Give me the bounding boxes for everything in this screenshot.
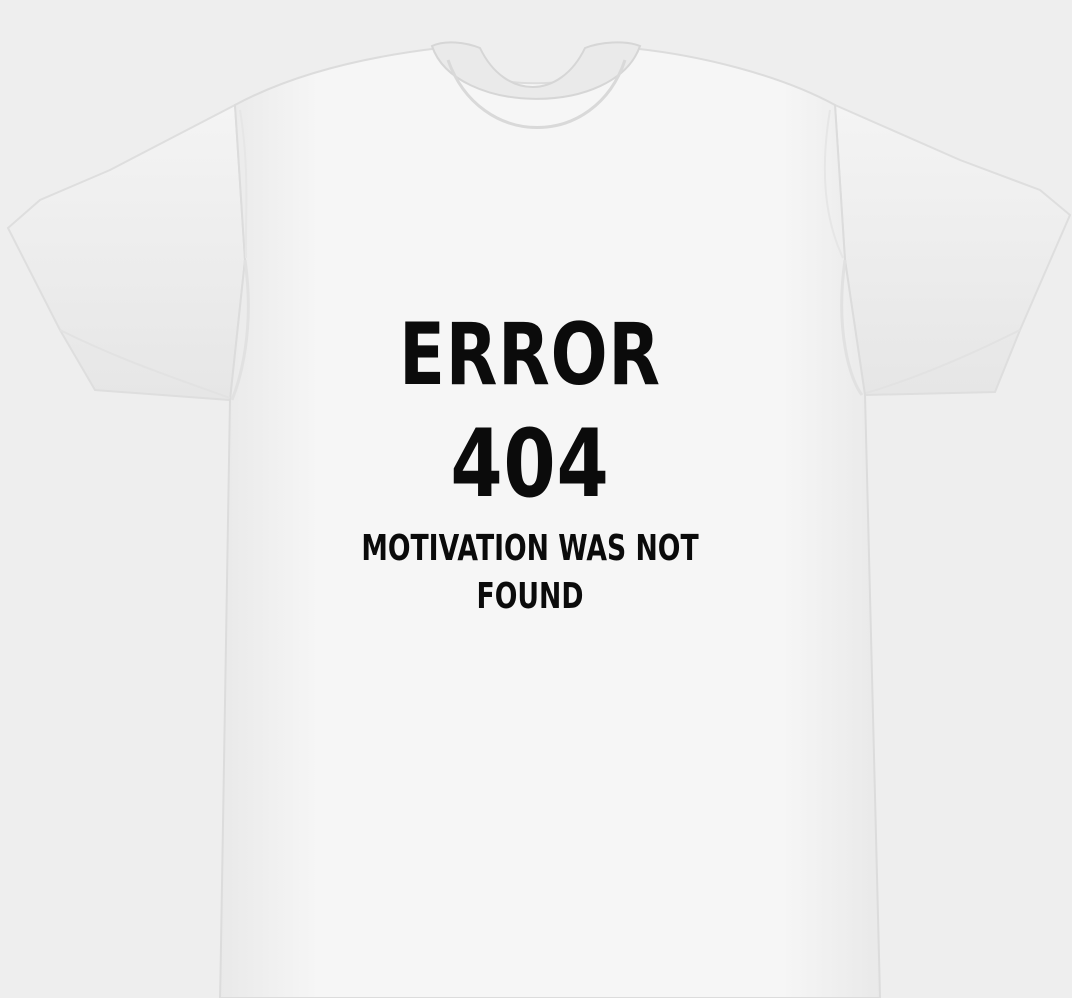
print-tagline-text: MOTIVATION WAS NOT FOUND bbox=[361, 528, 699, 617]
left-sleeve bbox=[6, 103, 247, 402]
right-sleeve bbox=[833, 103, 1072, 397]
print-404-text: 404 bbox=[450, 410, 610, 519]
print-error-text: ERROR bbox=[399, 305, 661, 405]
product-photo: ERROR 404 MOTIVATION WAS NOT FOUND bbox=[0, 0, 1072, 998]
shirt-print: ERROR 404 MOTIVATION WAS NOT FOUND bbox=[250, 305, 810, 621]
